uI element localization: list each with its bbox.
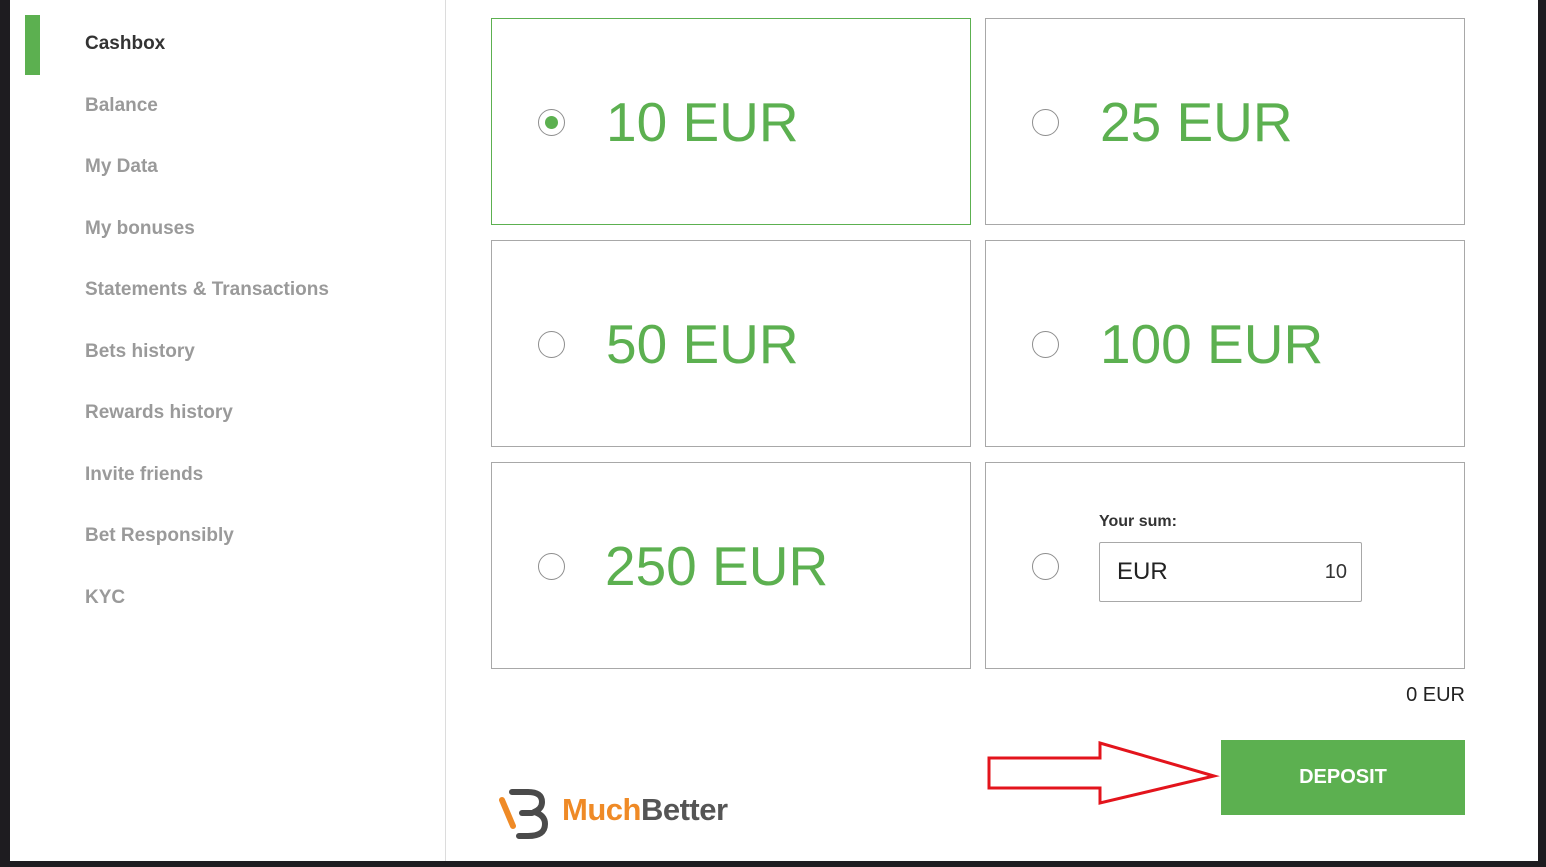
arrow-annotation-icon — [987, 741, 1220, 805]
radio-button[interactable] — [538, 109, 565, 136]
custom-sum-field[interactable]: EUR — [1099, 542, 1362, 602]
total-amount: 0 EUR — [1406, 684, 1465, 706]
amount-option-50[interactable]: 50 EUR — [491, 240, 971, 447]
logo-text-much: Much — [562, 792, 641, 827]
amount-option-10[interactable]: 10 EUR — [491, 18, 971, 225]
sidebar-item-bet-responsibly[interactable]: Bet Responsibly — [85, 521, 234, 551]
currency-label: EUR — [1117, 558, 1168, 585]
radio-button[interactable] — [1032, 553, 1059, 580]
sidebar-item-rewards-history[interactable]: Rewards history — [85, 398, 233, 428]
deposit-button[interactable]: DEPOSIT — [1221, 740, 1465, 815]
amount-label: 10 EUR — [606, 91, 799, 153]
amount-label: 250 EUR — [605, 535, 829, 597]
cashbox-panel: Cashbox Balance My Data My bonuses State… — [10, 0, 1538, 861]
sidebar: Cashbox Balance My Data My bonuses State… — [10, 0, 446, 861]
logo-text-better: Better — [640, 792, 728, 827]
sidebar-item-invite-friends[interactable]: Invite friends — [85, 460, 203, 490]
radio-button[interactable] — [538, 331, 565, 358]
amount-option-25[interactable]: 25 EUR — [985, 18, 1465, 225]
amount-label: 100 EUR — [1100, 313, 1324, 375]
radio-button[interactable] — [1032, 331, 1059, 358]
background-edge — [1538, 0, 1546, 867]
sidebar-item-my-data[interactable]: My Data — [85, 152, 158, 182]
muchbetter-logo-text: MuchBetter — [562, 792, 728, 828]
radio-button[interactable] — [538, 553, 565, 580]
custom-sum-input[interactable] — [1197, 557, 1347, 587]
amount-label: 50 EUR — [606, 313, 799, 375]
amount-option-250[interactable]: 250 EUR — [491, 462, 971, 669]
your-sum-label: Your sum: — [1099, 513, 1177, 530]
muchbetter-logo-icon — [499, 789, 548, 839]
active-indicator — [25, 15, 40, 75]
amount-label: 25 EUR — [1100, 91, 1293, 153]
sidebar-item-my-bonuses[interactable]: My bonuses — [85, 214, 195, 244]
sidebar-item-cashbox[interactable]: Cashbox — [85, 29, 165, 59]
sidebar-item-kyc[interactable]: KYC — [85, 583, 125, 613]
amount-option-100[interactable]: 100 EUR — [985, 240, 1465, 447]
sidebar-item-bets-history[interactable]: Bets history — [85, 337, 195, 367]
amount-option-custom[interactable]: Your sum: EUR — [985, 462, 1465, 669]
sidebar-item-balance[interactable]: Balance — [85, 91, 158, 121]
radio-button[interactable] — [1032, 109, 1059, 136]
sidebar-item-statements[interactable]: Statements & Transactions — [85, 275, 329, 305]
